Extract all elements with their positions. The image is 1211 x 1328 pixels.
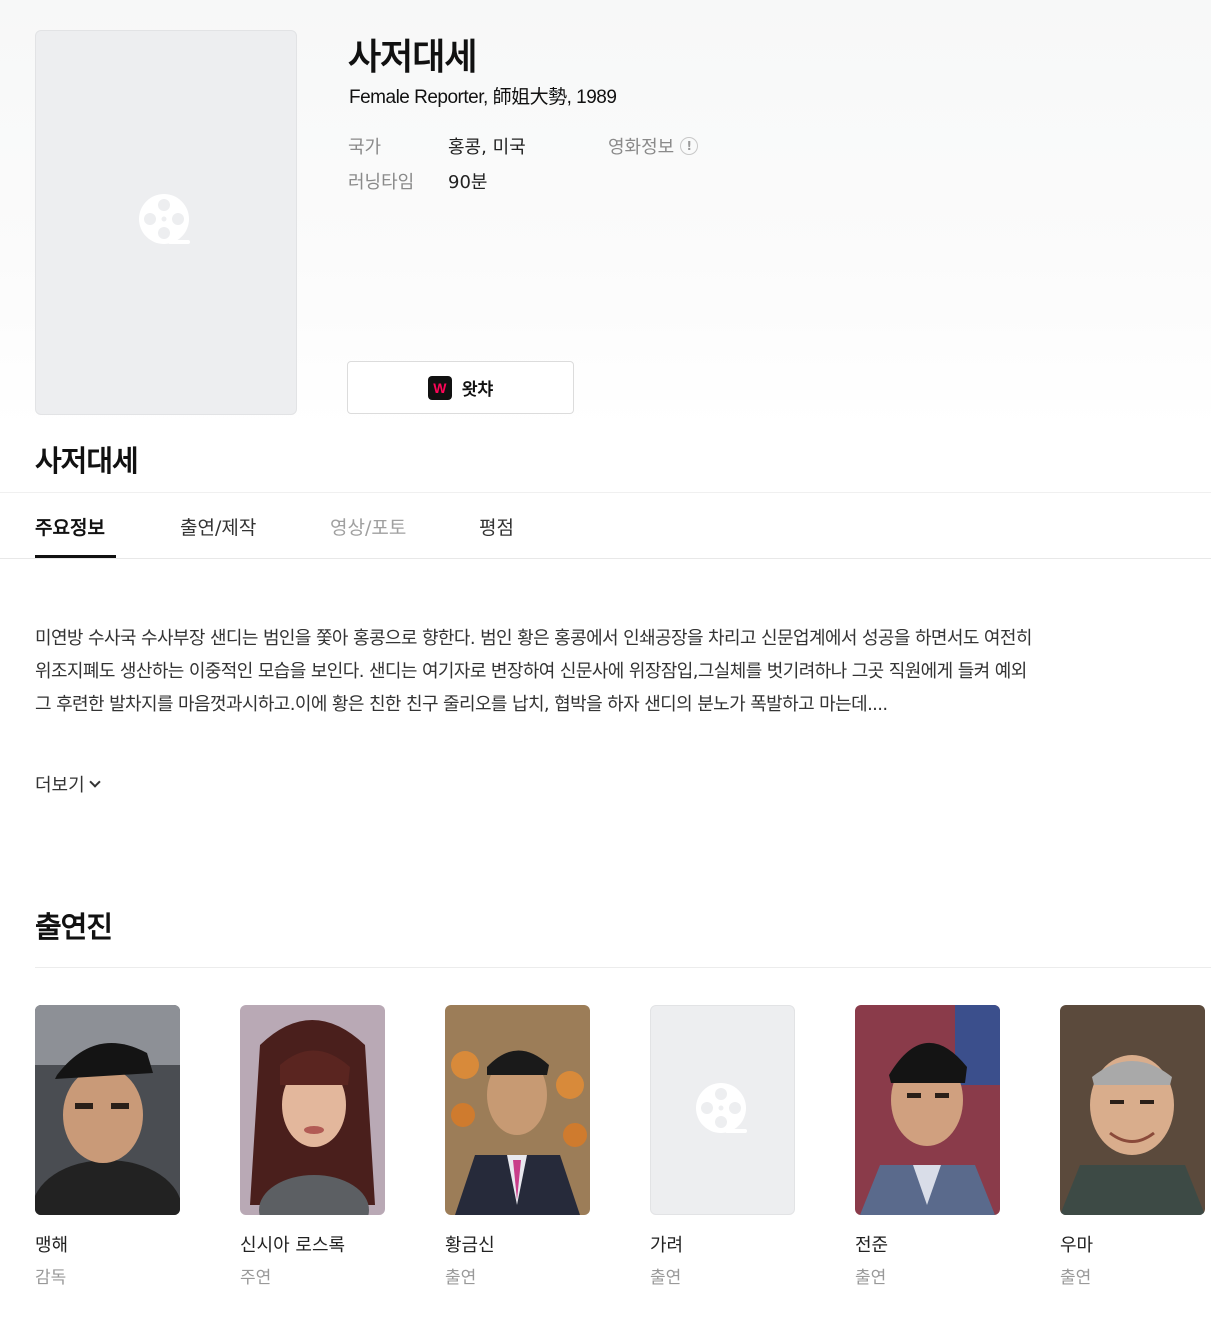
more-button-label: 더보기 (35, 775, 85, 796)
cast-card[interactable]: 우마 출연 (1060, 1005, 1206, 1288)
movie-subtitle: Female Reporter, 師姐大勢, 1989 (349, 87, 617, 108)
cast-name[interactable]: 전준 (855, 1231, 1001, 1257)
cast-name[interactable]: 가려 (650, 1231, 796, 1257)
cast-role: 주연 (240, 1268, 272, 1288)
tab-main-info[interactable]: 주요정보 (35, 513, 105, 540)
cast-role: 출연 (855, 1268, 887, 1288)
cast-role: 출연 (445, 1268, 477, 1288)
meta-label-runtime: 러닝타임 (348, 172, 415, 193)
cast-photo[interactable] (445, 1005, 590, 1215)
meta-label-country: 국가 (348, 137, 382, 158)
cast-card[interactable]: 황금신 출연 (445, 1005, 591, 1288)
synopsis-text: 미연방 수사국 수사부장 샌디는 범인을 쫓아 홍콩으로 향한다. 범인 황은 … (35, 628, 1032, 715)
cast-name[interactable]: 황금신 (445, 1231, 591, 1257)
cast-card[interactable]: 맹해 감독 (35, 1005, 181, 1288)
meta-value-country: 홍콩, 미국 (448, 137, 526, 158)
movie-info-label: 영화정보 (608, 137, 675, 158)
divider (35, 967, 1211, 968)
tab-bar: 주요정보 출연/제작 영상/포토 평점 (0, 493, 1211, 559)
watcha-button-label: 왓챠 (461, 380, 494, 400)
cast-role: 감독 (35, 1268, 67, 1288)
cast-card[interactable]: 전준 출연 (855, 1005, 1001, 1288)
watcha-button[interactable]: W 왓챠 (347, 361, 574, 414)
info-icon[interactable]: ! (680, 137, 699, 155)
active-tab-indicator (35, 555, 116, 558)
cast-role: 출연 (1060, 1268, 1092, 1288)
meta-value-runtime: 90분 (448, 172, 488, 193)
film-reel-icon (138, 193, 194, 253)
more-button[interactable]: 더보기 (35, 771, 101, 797)
cast-card[interactable]: 신시아 로스록 주연 (240, 1005, 386, 1288)
chevron-down-icon (89, 776, 101, 788)
movie-title-secondary: 사저대세 (35, 444, 139, 478)
cast-photo-placeholder[interactable] (650, 1005, 795, 1215)
poster-placeholder (35, 30, 297, 415)
cast-photo[interactable] (240, 1005, 385, 1215)
cast-photo[interactable] (855, 1005, 1000, 1215)
cast-name[interactable]: 우마 (1060, 1231, 1206, 1257)
cast-name[interactable]: 맹해 (35, 1231, 181, 1257)
tab-cast-crew[interactable]: 출연/제작 (180, 513, 256, 540)
movie-title: 사저대세 (348, 37, 477, 78)
cast-section-title: 출연진 (35, 910, 113, 944)
cast-card[interactable]: 가려 출연 (650, 1005, 796, 1288)
cast-photo[interactable] (35, 1005, 180, 1215)
tab-ratings[interactable]: 평점 (479, 513, 514, 540)
movie-info-link[interactable]: 영화정보 ! (608, 133, 699, 159)
tab-video-photo[interactable]: 영상/포토 (330, 513, 406, 540)
cast-photo[interactable] (1060, 1005, 1205, 1215)
movie-hero: 사저대세 Female Reporter, 師姐大勢, 1989 국가 홍콩, … (0, 0, 1211, 430)
cast-name[interactable]: 신시아 로스록 (240, 1231, 386, 1257)
film-reel-icon (695, 1082, 751, 1138)
cast-role: 출연 (650, 1268, 682, 1288)
watcha-logo-icon: W (427, 375, 452, 400)
